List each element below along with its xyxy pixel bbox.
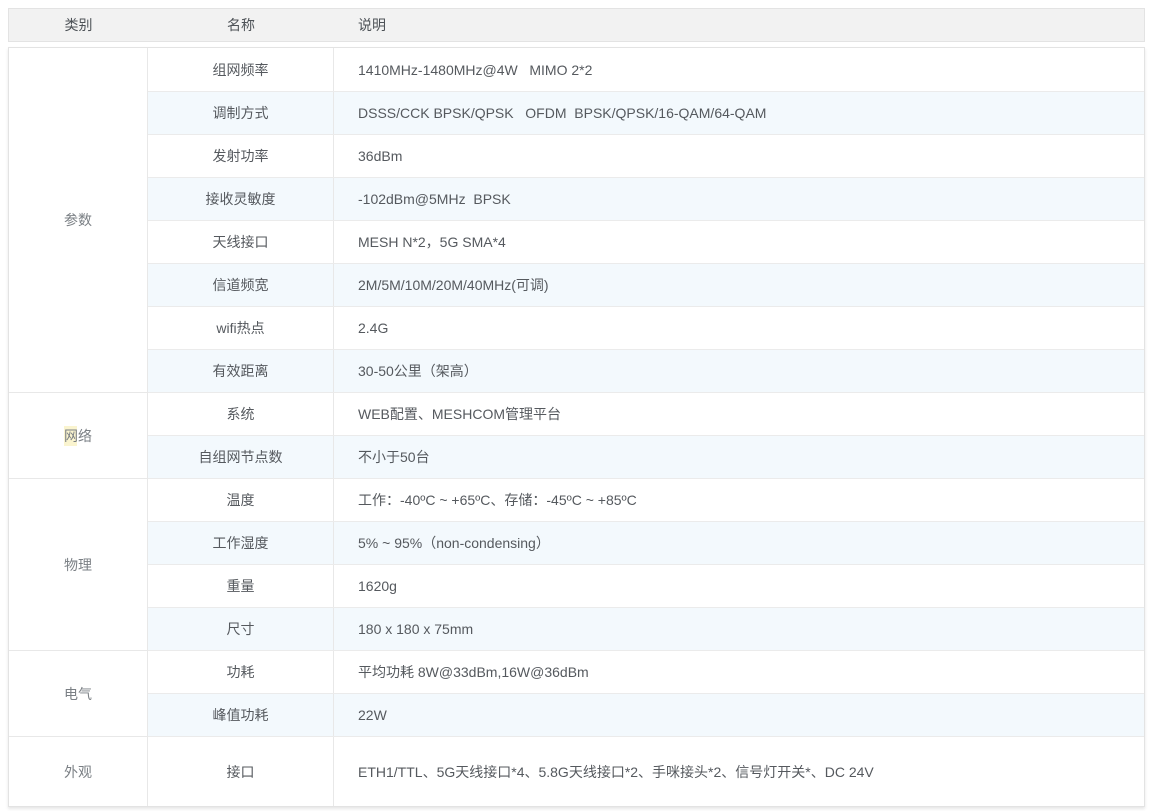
table-row: 组网频率 1410MHz-1480MHz@4W MIMO 2*2 (148, 48, 1144, 91)
category-cell-network: 网络 (9, 392, 147, 478)
table-row: 天线接口 MESH N*2，5G SMA*4 (148, 220, 1144, 263)
table-row: 自组网节点数 不小于50台 (148, 435, 1144, 478)
table-row: 接口 ETH1/TTL、5G天线接口*4、5.8G天线接口*2、手咪接头*2、信… (148, 736, 1144, 806)
table-row: 峰值功耗 22W (148, 693, 1144, 736)
name-cell: 组网频率 (148, 48, 334, 91)
category-cell-appearance: 外观 (9, 736, 147, 806)
table-row: 系统 WEB配置、MESHCOM管理平台 (148, 392, 1144, 435)
table-row: 信道频宽 2M/5M/10M/20M/40MHz(可调) (148, 263, 1144, 306)
name-cell: 发射功率 (148, 135, 334, 177)
category-cell-electrical: 电气 (9, 650, 147, 736)
name-cell: 峰值功耗 (148, 694, 334, 736)
desc-cell: 5% ~ 95%（non-condensing） (334, 522, 1144, 564)
name-cell: 重量 (148, 565, 334, 607)
rows-column: 组网频率 1410MHz-1480MHz@4W MIMO 2*2 调制方式 DS… (148, 48, 1144, 806)
desc-cell: DSSS/CCK BPSK/QPSK OFDM BPSK/QPSK/16-QAM… (334, 92, 1144, 134)
name-cell: 温度 (148, 479, 334, 521)
table-row: 功耗 平均功耗 8W@33dBm,16W@36dBm (148, 650, 1144, 693)
desc-cell: WEB配置、MESHCOM管理平台 (334, 393, 1144, 435)
desc-cell: 22W (334, 694, 1144, 736)
desc-cell: 30-50公里（架高） (334, 350, 1144, 392)
header-cell-name: 名称 (148, 9, 334, 41)
header-cell-category: 类别 (9, 9, 148, 41)
table-row: 尺寸 180 x 180 x 75mm (148, 607, 1144, 650)
name-cell: 信道频宽 (148, 264, 334, 306)
table-row: 重量 1620g (148, 564, 1144, 607)
name-cell: 天线接口 (148, 221, 334, 263)
category-cell-params: 参数 (9, 48, 147, 392)
desc-cell: 工作：-40ºC ~ +65ºC、存储：-45ºC ~ +85ºC (334, 479, 1144, 521)
header-cell-description: 说明 (334, 9, 1144, 41)
name-cell: 功耗 (148, 651, 334, 693)
name-cell: wifi热点 (148, 307, 334, 349)
desc-cell: -102dBm@5MHz BPSK (334, 178, 1144, 220)
name-cell: 系统 (148, 393, 334, 435)
table-row: 发射功率 36dBm (148, 134, 1144, 177)
category-column: 参数 网络 物理 电气 外观 (9, 48, 148, 806)
desc-cell: 不小于50台 (334, 436, 1144, 478)
desc-cell: 180 x 180 x 75mm (334, 608, 1144, 650)
desc-cell: ETH1/TTL、5G天线接口*4、5.8G天线接口*2、手咪接头*2、信号灯开… (334, 737, 1144, 806)
table-body: 参数 网络 物理 电气 外观 组网频率 1410MHz-1480MHz@4W M… (8, 47, 1145, 807)
desc-cell: 1620g (334, 565, 1144, 607)
name-cell: 自组网节点数 (148, 436, 334, 478)
table-row: 接收灵敏度 -102dBm@5MHz BPSK (148, 177, 1144, 220)
table-row: wifi热点 2.4G (148, 306, 1144, 349)
table-header-row: 类别 名称 说明 (8, 8, 1145, 42)
desc-cell: 2.4G (334, 307, 1144, 349)
name-cell: 工作湿度 (148, 522, 334, 564)
name-cell: 调制方式 (148, 92, 334, 134)
name-cell: 有效距离 (148, 350, 334, 392)
name-cell: 接口 (148, 737, 334, 806)
desc-cell: 2M/5M/10M/20M/40MHz(可调) (334, 264, 1144, 306)
table-row: 调制方式 DSSS/CCK BPSK/QPSK OFDM BPSK/QPSK/1… (148, 91, 1144, 134)
desc-cell: 36dBm (334, 135, 1144, 177)
name-cell: 接收灵敏度 (148, 178, 334, 220)
category-cell-physical: 物理 (9, 478, 147, 650)
name-cell: 尺寸 (148, 608, 334, 650)
table-row: 温度 工作：-40ºC ~ +65ºC、存储：-45ºC ~ +85ºC (148, 478, 1144, 521)
spec-table: 类别 名称 说明 参数 网络 物理 电气 外观 组网频率 1410MHz-148… (8, 8, 1145, 807)
desc-cell: 平均功耗 8W@33dBm,16W@36dBm (334, 651, 1144, 693)
table-row: 有效距离 30-50公里（架高） (148, 349, 1144, 392)
desc-cell: 1410MHz-1480MHz@4W MIMO 2*2 (334, 48, 1144, 91)
table-row: 工作湿度 5% ~ 95%（non-condensing） (148, 521, 1144, 564)
desc-cell: MESH N*2，5G SMA*4 (334, 221, 1144, 263)
